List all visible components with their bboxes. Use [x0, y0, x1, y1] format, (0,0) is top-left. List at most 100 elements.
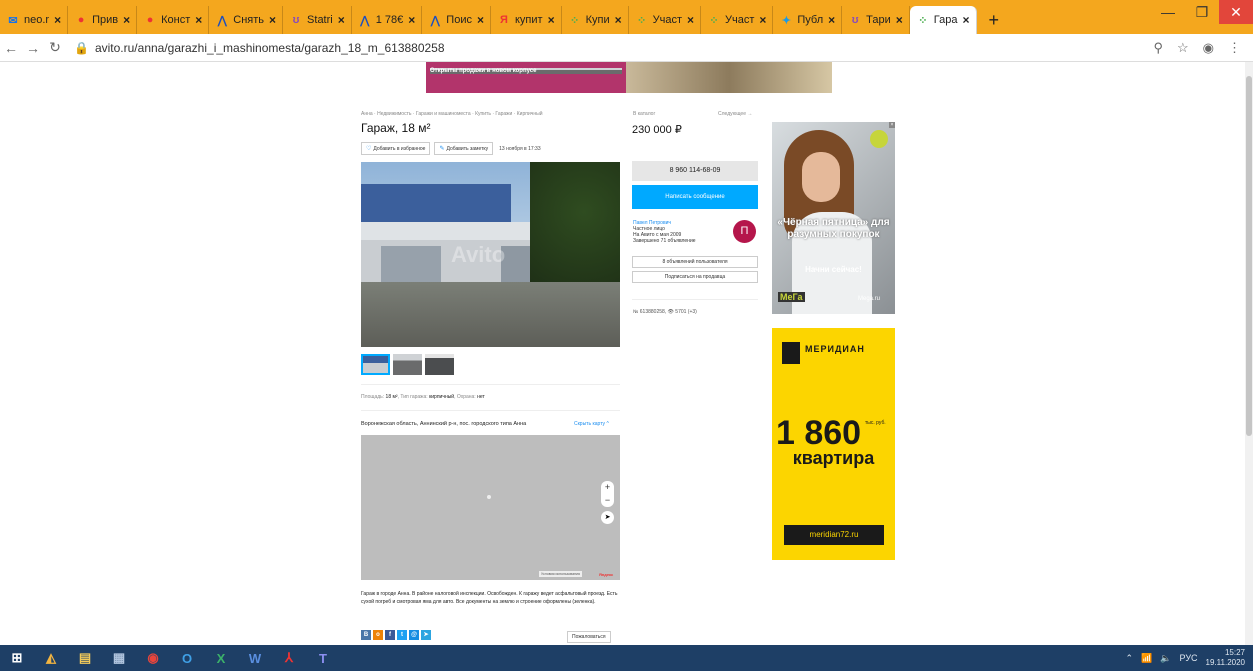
add-favorite-button[interactable]: ♡ Добавить в избранное: [361, 142, 431, 155]
browser-tab[interactable]: ✦ Публ ×: [773, 6, 843, 34]
file-explorer-icon[interactable]: ▤: [68, 645, 102, 671]
outlook-icon[interactable]: O: [170, 645, 204, 671]
add-note-button[interactable]: ✎ Добавить заметку: [434, 142, 494, 155]
map-marker: [487, 495, 491, 499]
new-tab-button[interactable]: +: [977, 6, 1012, 34]
map[interactable]: + − ➤ Условия использования Яндекс: [361, 435, 620, 580]
browser-tab[interactable]: ⋀ 1 78€ ×: [352, 6, 423, 34]
phone-button[interactable]: 8 960 114-68-09: [632, 161, 758, 181]
close-icon[interactable]: ×: [123, 13, 130, 27]
volume-icon[interactable]: 🔈: [1160, 653, 1171, 664]
top-ad-banner[interactable]: Открыты продажи в новом корпусе: [426, 62, 832, 93]
vk-share-icon[interactable]: В: [361, 630, 371, 640]
close-window-icon[interactable]: ✕: [1219, 0, 1253, 24]
browser-tab[interactable]: ⋀ Снять ×: [209, 6, 284, 34]
back-icon[interactable]: ←: [0, 40, 22, 56]
pin-icon: ●: [77, 14, 85, 26]
close-icon[interactable]: ×: [687, 13, 694, 27]
thumbnail[interactable]: [393, 354, 422, 375]
excel-icon[interactable]: X: [204, 645, 238, 671]
close-icon[interactable]: ×: [195, 13, 202, 27]
close-icon[interactable]: ×: [477, 13, 484, 27]
meridian-word: квартира: [792, 448, 875, 468]
listing-params: Площадь: 18 м², Тип гаража: кирпичный, О…: [361, 394, 485, 400]
thumbnail[interactable]: [361, 354, 390, 375]
url-field[interactable]: 🔒 avito.ru/anna/garazhi_i_mashinomesta/g…: [74, 41, 1153, 55]
main-photo[interactable]: Avito: [361, 162, 620, 347]
maximize-icon[interactable]: ❐: [1185, 0, 1219, 24]
forward-icon[interactable]: →: [22, 40, 44, 56]
close-icon[interactable]: ×: [548, 13, 555, 27]
browser-tab[interactable]: ʊ Statri ×: [283, 6, 352, 34]
browser-tab[interactable]: ● Прив ×: [68, 6, 138, 34]
close-icon[interactable]: ×: [963, 13, 970, 27]
clock[interactable]: 15:27 19.11.2020: [1206, 648, 1245, 668]
browser-tab-active[interactable]: ⁘ Гара ×: [909, 6, 977, 34]
listing-address: Воронежская область, Аннинский р-н, пос.…: [361, 421, 527, 427]
user-ads-button[interactable]: 8 объявлений пользователя: [632, 256, 758, 268]
browser-tab[interactable]: ● Конст ×: [137, 6, 210, 34]
teams-icon[interactable]: T: [306, 645, 340, 671]
browser-tab[interactable]: Якупит ×: [491, 6, 562, 34]
app-icon[interactable]: ◭: [34, 645, 68, 671]
calculator-icon[interactable]: ▦: [102, 645, 136, 671]
close-icon[interactable]: ×: [896, 13, 903, 27]
tray-arrow-icon[interactable]: ⌃: [1126, 653, 1134, 664]
browser-tab[interactable]: ✉ neo.r ×: [0, 6, 69, 34]
price: 230 000 ₽: [632, 124, 682, 136]
subscribe-seller-button[interactable]: Подписаться на продавца: [632, 271, 758, 283]
close-icon[interactable]: ×: [269, 13, 276, 27]
close-icon[interactable]: ×: [828, 13, 835, 27]
language-indicator[interactable]: РУС: [1180, 653, 1198, 663]
thumbnail[interactable]: [425, 354, 454, 375]
close-ad-icon[interactable]: ×: [889, 122, 895, 128]
close-icon[interactable]: ×: [759, 13, 766, 27]
browser-tab[interactable]: ʊ Тари ×: [842, 6, 910, 34]
geolocation-icon[interactable]: ➤: [601, 511, 614, 524]
word-icon[interactable]: W: [238, 645, 272, 671]
write-message-button[interactable]: Написать сообщение: [632, 185, 758, 209]
map-zoom-control[interactable]: + −: [601, 481, 614, 507]
mailru-share-icon[interactable]: @: [409, 630, 419, 640]
reload-icon[interactable]: ↻: [44, 39, 66, 56]
browser-tab[interactable]: ⁘ Участ ×: [701, 6, 774, 34]
windows-start-icon[interactable]: ⊞: [0, 645, 34, 671]
dots-icon: ⁘: [918, 14, 928, 27]
breadcrumb[interactable]: Анна · Недвижимость · Гаражи и машиномес…: [361, 111, 542, 117]
browser-tab-bar: ✉ neo.r × ● Прив × ● Конст × ⋀ Снять × ʊ Statri × …: [0, 0, 1253, 34]
next-listing-link[interactable]: Следующее →: [718, 111, 752, 117]
bookmark-star-icon[interactable]: ☆: [1177, 40, 1189, 56]
close-icon[interactable]: ×: [408, 13, 415, 27]
meridian-ad-banner[interactable]: МЕРИДИАН 1 860 тыс. руб. квартира meridi…: [772, 328, 895, 560]
acrobat-icon[interactable]: ⅄: [272, 645, 306, 671]
close-icon[interactable]: ×: [615, 13, 622, 27]
mega-ad-banner[interactable]: × «Чёрная пятница» для разумных покупок …: [772, 122, 895, 314]
map-terms-link[interactable]: Условия использования: [539, 571, 582, 577]
photo-thumbnails: [361, 354, 454, 375]
telegram-share-icon[interactable]: ➤: [421, 630, 431, 640]
facebook-share-icon[interactable]: f: [385, 630, 395, 640]
hide-map-link[interactable]: Скрыть карту ^: [574, 421, 609, 427]
browser-tab[interactable]: ⁘ Участ ×: [629, 6, 701, 34]
browser-tab[interactable]: ⁘ Купи ×: [562, 6, 629, 34]
photo-watermark: Avito: [451, 242, 506, 267]
menu-icon[interactable]: ⋮: [1228, 40, 1241, 56]
mega-domain: Mega.ru: [858, 296, 881, 302]
pin-icon: ●: [146, 14, 154, 26]
catalog-link[interactable]: В каталог: [633, 111, 655, 117]
avatar[interactable]: П: [733, 220, 756, 243]
address-bar: ← → ↻ 🔒 avito.ru/anna/garazhi_i_mashinom…: [0, 34, 1253, 62]
complain-button[interactable]: Пожаловаться: [567, 631, 611, 643]
lock-icon: 🔒: [74, 40, 89, 55]
network-icon[interactable]: 📶: [1141, 653, 1152, 664]
zoom-icon[interactable]: ⚲: [1153, 40, 1163, 56]
browser-tab[interactable]: ⋀ Поис ×: [422, 6, 491, 34]
chrome-icon[interactable]: ◉: [136, 645, 170, 671]
close-icon[interactable]: ×: [338, 13, 345, 27]
close-icon[interactable]: ×: [54, 13, 61, 27]
page-scrollbar[interactable]: [1245, 62, 1253, 645]
ok-share-icon[interactable]: о: [373, 630, 383, 640]
profile-icon[interactable]: ◉: [1203, 40, 1214, 56]
minimize-icon[interactable]: —: [1151, 0, 1185, 24]
twitter-share-icon[interactable]: t: [397, 630, 407, 640]
